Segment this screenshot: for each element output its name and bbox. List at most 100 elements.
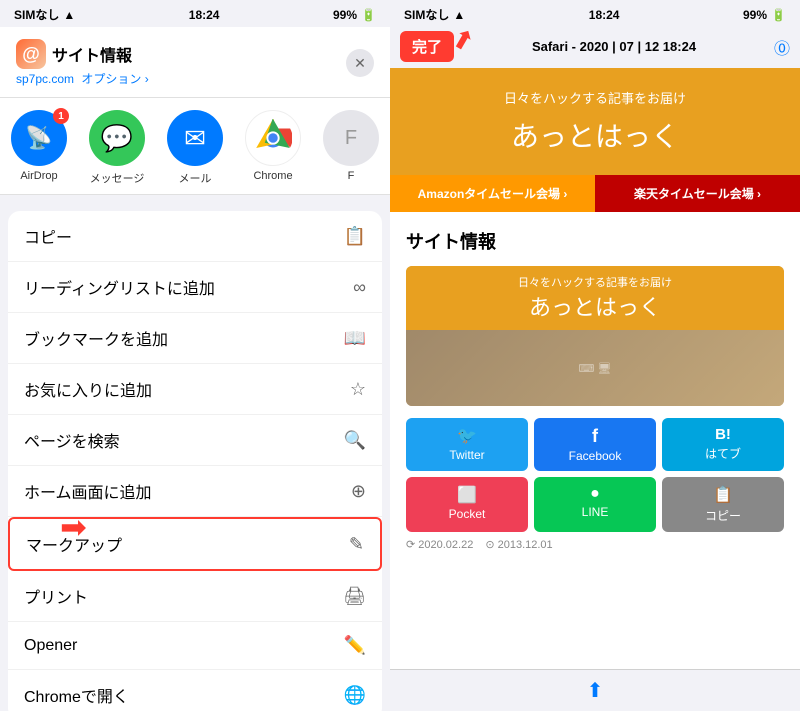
web-hero: 日々をハックする記事をお届け あっとはっく [390, 68, 800, 175]
right-wifi-icon: ▲ [453, 8, 465, 22]
right-status-area: 99% 🔋 [333, 8, 376, 22]
chrome-open-icon: 🌐 [344, 685, 366, 706]
battery-icon: 🔋 [361, 8, 376, 22]
twitter-label: Twitter [449, 448, 484, 462]
favorites-label: お気に入りに追加 [24, 377, 152, 401]
menu-item-search-page[interactable]: ページを検索 🔍 [8, 415, 382, 466]
add-home-icon: ⊕ [351, 481, 366, 502]
copy-label: コピー [24, 224, 72, 248]
twitter-icon: 🐦 [410, 426, 524, 446]
wifi-icon: ▲ [63, 8, 75, 22]
sheet-title-area: @ サイト情報 sp7pc.com オプション › [16, 39, 149, 87]
thumb-bg: ⌨ 🖥 [406, 330, 784, 406]
right-panel: SIMなし ▲ 18:24 99% 🔋 完了 Safari - 2020 | 0… [390, 0, 800, 711]
carrier-label: SIMなし [14, 6, 59, 23]
pocket-share-btn[interactable]: ⬜ Pocket [406, 477, 528, 532]
bookmark-icon: 📖 [344, 328, 366, 349]
airdrop-icon: 📡 1 [11, 110, 67, 166]
opener-icon: ✏️ [344, 635, 366, 656]
menu-item-chrome-open[interactable]: Chromeで開く 🌐 [8, 670, 382, 711]
menu-item-print[interactable]: プリント 🖨 [8, 571, 382, 622]
hatena-icon: B! [666, 426, 780, 443]
airdrop-label: AirDrop [20, 170, 57, 182]
sheet-title: @ サイト情報 [16, 39, 149, 69]
menu-item-bookmark[interactable]: ブックマークを追加 📖 [8, 313, 382, 364]
menu-item-opener[interactable]: Opener ✏️ [8, 622, 382, 670]
copy-share-icon: 📋 [666, 485, 780, 505]
edit-icon[interactable]: ⓪ [774, 35, 790, 59]
sheet-subtitle: sp7pc.com オプション › [16, 70, 149, 87]
right-battery-icon: 🔋 [771, 8, 786, 22]
sheet-header: @ サイト情報 sp7pc.com オプション › ✕ [0, 27, 390, 98]
time-label: 18:24 [189, 8, 220, 22]
right-time: 18:24 [589, 8, 620, 22]
line-share-btn[interactable]: ● LINE [534, 477, 656, 532]
facebook-label: Facebook [569, 449, 622, 463]
site-info-section: サイト情報 日々をハックする記事をお届け あっとはっく ⌨ 🖥 🐦 Twitte… [390, 212, 800, 567]
left-status-area: SIMなし ▲ [14, 6, 75, 23]
hero-title: あっとはっく [406, 115, 784, 155]
web-content[interactable]: 日々をハックする記事をお届け あっとはっく Amazonタイムセール会場 › 楽… [390, 68, 800, 669]
copy-share-btn[interactable]: 📋 コピー [662, 477, 784, 532]
thumb-title: あっとはっく [414, 290, 776, 322]
search-page-label: ページを検索 [24, 428, 120, 452]
promo-buttons: Amazonタイムセール会場 › 楽天タイムセール会場 › [390, 175, 800, 212]
app-icon-messages[interactable]: 💬 メッセージ [78, 110, 156, 186]
pocket-label: Pocket [449, 507, 486, 521]
reading-list-label: リーディングリストに追加 [24, 275, 215, 299]
copy-icon: 📋 [344, 226, 366, 247]
airdrop-badge: 1 [53, 108, 69, 124]
site-info-title: サイト情報 [406, 228, 784, 254]
status-bar-left: SIMなし ▲ 18:24 99% 🔋 [0, 0, 390, 27]
rakuten-promo-btn[interactable]: 楽天タイムセール会場 › [595, 175, 800, 212]
app-icon-mail[interactable]: ✉ メール [156, 110, 234, 186]
left-panel: SIMなし ▲ 18:24 99% 🔋 @ サイト情報 sp7pc.com オプ… [0, 0, 390, 711]
right-carrier: SIMなし [404, 6, 449, 23]
search-icon: 🔍 [344, 430, 366, 451]
safari-title: Safari - 2020 | 07 | 12 18:24 [462, 39, 766, 54]
app-icons-row: 📡 1 AirDrop 💬 メッセージ ✉ メール [0, 98, 390, 195]
amazon-promo-btn[interactable]: Amazonタイムセール会場 › [390, 175, 595, 212]
markup-icon: ✎ [349, 534, 364, 555]
line-icon: ● [538, 485, 652, 503]
hatena-share-btn[interactable]: B! はてブ [662, 418, 784, 471]
safari-toolbar: ⬆ [390, 669, 800, 711]
thumb-subtitle: 日々をハックする記事をお届け [414, 274, 776, 290]
share-toolbar-icon[interactable]: ⬆ [587, 678, 604, 703]
right-battery-area: 99% 🔋 [743, 8, 786, 22]
add-home-label: ホーム画面に追加 [24, 479, 152, 503]
share-buttons: 🐦 Twitter f Facebook B! はてブ ⬜ Pocket ● [406, 418, 784, 532]
app-icon-airdrop[interactable]: 📡 1 AirDrop [0, 110, 78, 186]
chrome-label: Chrome [253, 170, 292, 182]
red-arrow-left: ➡ [60, 508, 87, 546]
print-label: プリント [24, 584, 88, 608]
menu-item-reading-list[interactable]: リーディングリストに追加 ∞ [8, 262, 382, 313]
pocket-icon: ⬜ [410, 485, 524, 505]
app-icon-more[interactable]: F F [312, 110, 390, 186]
close-button[interactable]: ✕ [346, 49, 374, 77]
facebook-share-btn[interactable]: f Facebook [534, 418, 656, 471]
chrome-icon [245, 110, 301, 166]
battery-label: 99% [333, 8, 357, 22]
mail-icon: ✉ [167, 110, 223, 166]
thumb-overlay: 日々をハックする記事をお届け あっとはっく [406, 266, 784, 330]
menu-list: コピー 📋 リーディングリストに追加 ∞ ブックマークを追加 📖 お気に入りに追… [8, 211, 382, 711]
line-label: LINE [582, 505, 609, 519]
menu-item-favorites[interactable]: お気に入りに追加 ☆ [8, 364, 382, 415]
favorites-icon: ☆ [350, 379, 366, 400]
site-meta: ⟳ 2020.02.22 ⊙ 2013.12.01 [406, 538, 784, 551]
copy-share-label: コピー [705, 509, 741, 523]
meta-created: ⊙ 2013.12.01 [485, 538, 552, 551]
more-icon: F [323, 110, 379, 166]
mail-label: メール [179, 170, 212, 186]
status-bar-right: SIMなし ▲ 18:24 99% 🔋 [390, 0, 800, 27]
hero-subtitle: 日々をハックする記事をお届け [406, 88, 784, 107]
twitter-share-btn[interactable]: 🐦 Twitter [406, 418, 528, 471]
app-icon-chrome[interactable]: Chrome [234, 110, 312, 186]
chrome-open-label: Chromeで開く [24, 683, 129, 707]
reading-list-icon: ∞ [353, 277, 366, 298]
messages-label: メッセージ [90, 170, 145, 186]
at-icon: @ [16, 39, 46, 69]
right-battery: 99% [743, 8, 767, 22]
menu-item-copy[interactable]: コピー 📋 [8, 211, 382, 262]
